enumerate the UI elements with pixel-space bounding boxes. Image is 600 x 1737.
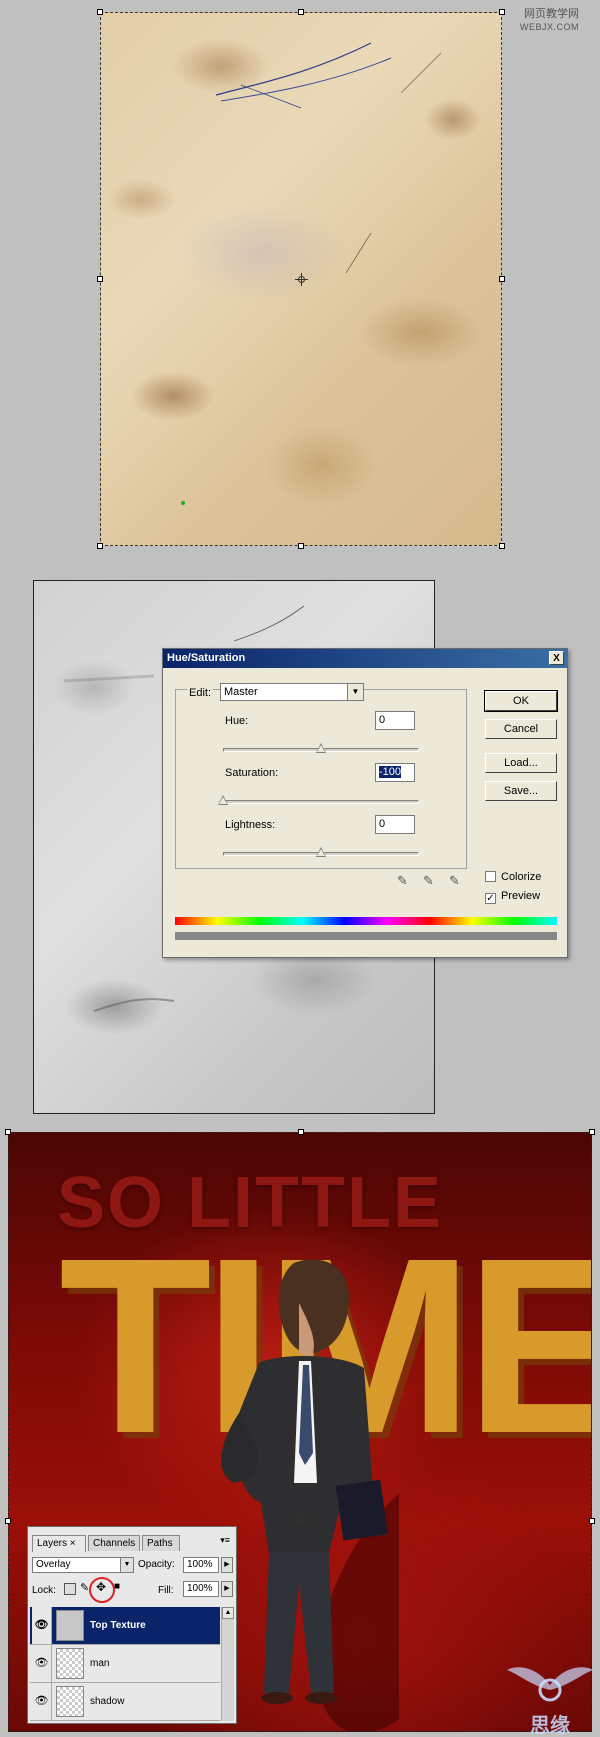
transform-handle-left[interactable]: [97, 276, 103, 282]
eye-icon[interactable]: 👁: [32, 1607, 52, 1644]
saturation-input[interactable]: -100: [375, 763, 415, 782]
transform-handle-top-right[interactable]: [499, 9, 505, 15]
layer-name: Top Texture: [90, 1620, 146, 1631]
watermark-line1: 网页教学网: [524, 8, 580, 20]
opacity-label: Opacity:: [138, 1559, 175, 1570]
fill-input[interactable]: 100%: [183, 1581, 219, 1597]
highlight-circle: [89, 1577, 115, 1603]
eyedropper-minus-icon[interactable]: ✎: [449, 873, 460, 889]
saturation-value: -100: [379, 766, 402, 778]
edit-label: Edit:: [187, 687, 214, 699]
tab-channels[interactable]: Channels: [88, 1535, 140, 1551]
hue-value: 0: [379, 714, 386, 726]
edit-channel-select[interactable]: Master ▼: [220, 683, 364, 701]
layer-thumbnail: [56, 1648, 84, 1679]
colorize-label: Colorize: [501, 871, 542, 883]
layer-name: man: [90, 1658, 110, 1669]
preview-checkbox-box[interactable]: ✓: [485, 893, 496, 904]
load-button[interactable]: Load...: [485, 753, 557, 773]
opacity-input[interactable]: 100%: [183, 1557, 219, 1573]
preview-label: Preview: [501, 890, 541, 902]
saturation-label: Saturation:: [225, 767, 279, 779]
site-watermark: 网页教学网 WEBJX.COM: [520, 8, 579, 34]
opacity-arrow-icon[interactable]: ▶: [221, 1557, 233, 1573]
poster-handle-left[interactable]: [5, 1518, 11, 1524]
eyedropper-icon[interactable]: ✎: [397, 873, 408, 889]
hue-saturation-dialog: Hue/Saturation X Edit: Master ▼ Hue: 0 S…: [162, 648, 568, 958]
poster-handle-top[interactable]: [298, 1129, 304, 1135]
lock-transparency-icon[interactable]: [64, 1583, 76, 1595]
fill-arrow-icon[interactable]: ▶: [221, 1581, 233, 1597]
transform-handle-top[interactable]: [298, 9, 304, 15]
input-color-spectrum: [175, 917, 557, 925]
hue-input[interactable]: 0: [375, 711, 415, 730]
opacity-value: 100%: [187, 1559, 213, 1570]
layer-thumbnail: [56, 1610, 84, 1641]
tab-layers[interactable]: Layers ×: [32, 1535, 86, 1552]
dialog-title: Hue/Saturation: [167, 652, 246, 664]
panel-menu-icon[interactable]: ▾≡: [220, 1535, 230, 1546]
save-button[interactable]: Save...: [485, 781, 557, 801]
eyedropper-plus-icon[interactable]: ✎: [423, 873, 434, 889]
saturation-slider-thumb[interactable]: [218, 795, 228, 805]
transform-handle-bottom-right[interactable]: [499, 543, 505, 549]
poster-handle-right[interactable]: [589, 1518, 595, 1524]
dialog-titlebar[interactable]: Hue/Saturation X: [163, 649, 567, 668]
saturation-slider-track[interactable]: [223, 800, 419, 804]
layer-thumbnail: [56, 1686, 84, 1717]
poster-handle-top-right[interactable]: [589, 1129, 595, 1135]
blend-mode-value: Overlay: [36, 1559, 71, 1570]
layer-row-shadow[interactable]: 👁 shadow: [30, 1683, 220, 1721]
poster-handle-top-left[interactable]: [5, 1129, 11, 1135]
colorize-checkbox[interactable]: Colorize: [485, 871, 541, 883]
transform-pivot-icon[interactable]: [295, 273, 308, 286]
transform-handle-right[interactable]: [499, 276, 505, 282]
hue-slider-thumb[interactable]: [316, 743, 326, 753]
lock-pixels-icon[interactable]: ✎: [80, 1581, 89, 1594]
poster-pivot-icon[interactable]: [295, 1514, 308, 1527]
fill-value: 100%: [187, 1583, 213, 1594]
preview-checkbox[interactable]: ✓ Preview: [485, 890, 540, 904]
layers-panel: Layers × Channels Paths ▾≡ Overlay ▼ Opa…: [27, 1526, 237, 1724]
layer-name: shadow: [90, 1696, 125, 1707]
colorize-checkbox-box[interactable]: [485, 871, 496, 882]
lightness-input[interactable]: 0: [375, 815, 415, 834]
layer-row-top-texture[interactable]: 👁 Top Texture: [30, 1607, 220, 1645]
lightness-slider-thumb[interactable]: [316, 847, 326, 857]
transform-handle-top-left[interactable]: [97, 9, 103, 15]
fill-label: Fill:: [158, 1585, 174, 1596]
lock-label: Lock:: [32, 1585, 56, 1596]
bottom-watermark: 思缘: [505, 1660, 595, 1737]
blend-mode-select[interactable]: Overlay ▼: [32, 1557, 134, 1573]
edit-channel-value: Master: [224, 686, 258, 698]
eye-icon[interactable]: 👁: [32, 1645, 52, 1682]
lightness-value: 0: [379, 818, 386, 830]
chevron-down-icon: ▼: [347, 684, 363, 700]
transform-handle-bottom[interactable]: [298, 543, 304, 549]
layer-row-man[interactable]: 👁 man: [30, 1645, 220, 1683]
cancel-button[interactable]: Cancel: [485, 719, 557, 739]
transform-handle-bottom-left[interactable]: [97, 543, 103, 549]
lightness-label: Lightness:: [225, 819, 276, 831]
adjustment-groupbox: [175, 689, 467, 869]
chevron-down-icon: ▼: [120, 1558, 133, 1572]
wings-logo-icon: [507, 1667, 593, 1702]
eye-icon[interactable]: 👁: [32, 1683, 52, 1720]
close-button[interactable]: X: [549, 651, 564, 665]
ok-button[interactable]: OK: [484, 690, 558, 712]
watermark-bottom-text: 思缘: [530, 1715, 570, 1737]
close-icon: X: [553, 653, 560, 664]
watermark-line2: WEBJX.COM: [520, 22, 580, 32]
output-color-spectrum: [175, 932, 557, 940]
tab-paths[interactable]: Paths: [142, 1535, 180, 1551]
layers-scrollbar[interactable]: [221, 1607, 234, 1721]
hue-label: Hue:: [225, 715, 249, 727]
scroll-up-icon[interactable]: ▲: [222, 1607, 234, 1619]
